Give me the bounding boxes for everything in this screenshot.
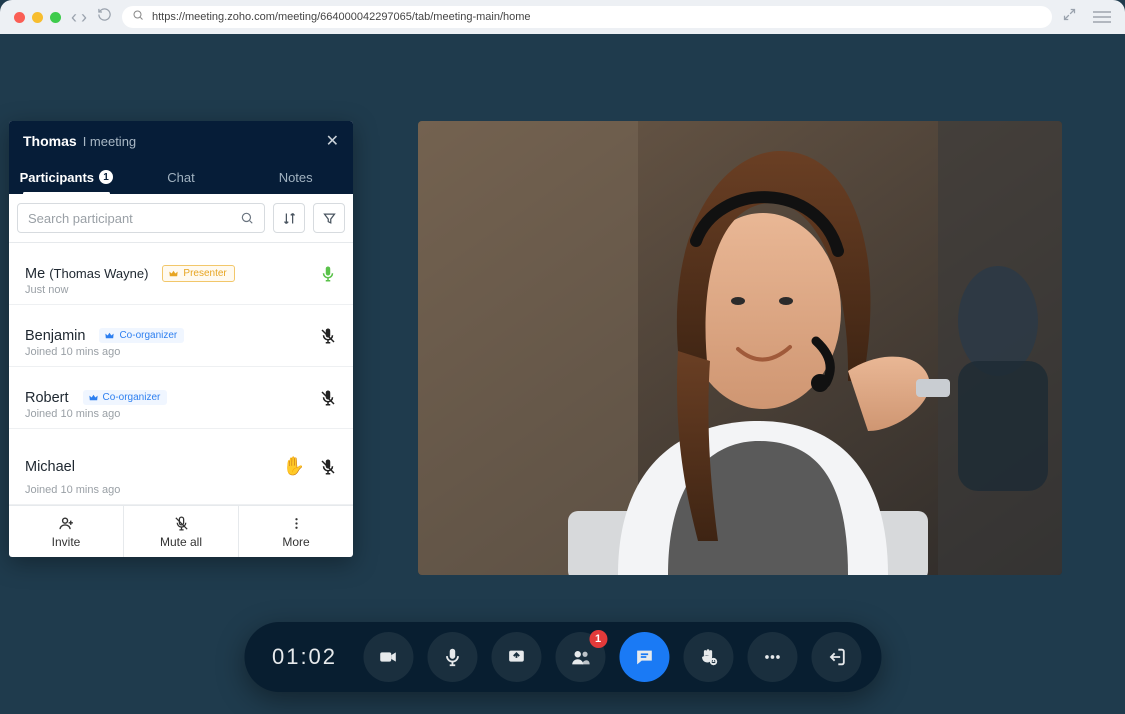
camera-icon xyxy=(377,646,399,668)
more-options-button[interactable] xyxy=(747,632,797,682)
participant-row[interactable]: Michael ✋ Joined 10 mins ago xyxy=(9,429,353,505)
meeting-owner: Thomas xyxy=(23,133,77,149)
meeting-toolbar: 01:02 1 xyxy=(244,622,881,692)
crown-icon xyxy=(104,330,115,341)
presenter-badge: Presenter xyxy=(162,265,234,282)
back-button[interactable]: ‹ xyxy=(71,7,77,28)
join-time: Joined 10 mins ago xyxy=(25,484,120,496)
search-icon xyxy=(132,8,144,26)
close-window-icon[interactable] xyxy=(14,12,25,23)
leave-meeting-button[interactable] xyxy=(811,632,861,682)
minimize-window-icon[interactable] xyxy=(32,12,43,23)
join-time: Just now xyxy=(25,284,68,296)
mic-on-icon[interactable] xyxy=(319,263,337,285)
participants-button[interactable]: 1 xyxy=(555,632,605,682)
notification-badge: 1 xyxy=(589,630,607,648)
share-screen-icon xyxy=(505,646,527,668)
crown-icon xyxy=(168,268,179,279)
more-icon xyxy=(288,515,305,532)
close-panel-button[interactable]: ✕ xyxy=(326,131,339,151)
join-time: Joined 10 mins ago xyxy=(25,408,120,420)
mute-all-icon xyxy=(173,515,190,532)
panel-header: Thomas I meeting ✕ xyxy=(9,121,353,160)
participants-icon xyxy=(569,646,591,668)
exit-icon xyxy=(825,646,847,668)
raised-hand-icon: ✋ xyxy=(283,456,305,477)
tab-chat[interactable]: Chat xyxy=(124,160,239,194)
participants-count-badge: 1 xyxy=(99,170,113,184)
mic-muted-icon[interactable] xyxy=(319,456,337,478)
microphone-icon xyxy=(441,646,463,668)
invite-icon xyxy=(58,515,75,532)
participant-list: Me (Thomas Wayne) Presenter Just now Ben… xyxy=(9,242,353,505)
wave-emoji-icon xyxy=(697,646,719,668)
nav-arrows: ‹ › xyxy=(71,7,87,28)
mute-all-button[interactable]: Mute all xyxy=(124,506,239,557)
share-screen-button[interactable] xyxy=(491,632,541,682)
forward-button[interactable]: › xyxy=(81,7,87,28)
ellipsis-icon xyxy=(761,646,783,668)
menu-icon[interactable] xyxy=(1093,11,1111,23)
coorganizer-badge: Co-organizer xyxy=(99,328,184,343)
participant-row[interactable]: Me (Thomas Wayne) Presenter Just now xyxy=(9,243,353,305)
participant-row[interactable]: Robert Co-organizer Joined 10 mins ago xyxy=(9,367,353,429)
participant-name: Me (Thomas Wayne) xyxy=(25,266,148,282)
camera-button[interactable] xyxy=(363,632,413,682)
participants-panel: Thomas I meeting ✕ Participants 1 Chat N… xyxy=(9,121,353,557)
search-participant-box[interactable] xyxy=(17,203,265,233)
coorganizer-badge: Co-organizer xyxy=(83,390,168,405)
chat-button[interactable] xyxy=(619,632,669,682)
meeting-timer: 01:02 xyxy=(272,644,337,670)
participant-row[interactable]: Benjamin Co-organizer Joined 10 mins ago xyxy=(9,305,353,367)
mic-muted-icon[interactable] xyxy=(319,387,337,409)
presenter-video[interactable] xyxy=(418,121,1062,575)
crown-icon xyxy=(88,392,99,403)
refresh-button[interactable] xyxy=(97,7,112,27)
mic-muted-icon[interactable] xyxy=(319,325,337,347)
participant-name: Robert xyxy=(25,390,69,406)
tab-participants[interactable]: Participants 1 xyxy=(9,160,124,194)
participant-name: Benjamin xyxy=(25,328,85,344)
reactions-button[interactable] xyxy=(683,632,733,682)
tab-label: Participants xyxy=(20,170,94,185)
microphone-button[interactable] xyxy=(427,632,477,682)
expand-icon[interactable] xyxy=(1062,7,1077,27)
url-bar[interactable]: https://meeting.zoho.com/meeting/6640000… xyxy=(122,6,1052,28)
browser-chrome: ‹ › https://meeting.zoho.com/meeting/664… xyxy=(0,0,1125,34)
sort-button[interactable] xyxy=(273,203,305,233)
window-controls xyxy=(14,12,61,23)
filter-button[interactable] xyxy=(313,203,345,233)
join-time: Joined 10 mins ago xyxy=(25,346,120,358)
chat-icon xyxy=(633,646,655,668)
search-input[interactable] xyxy=(28,211,240,226)
panel-tabs: Participants 1 Chat Notes xyxy=(9,160,353,194)
url-text: https://meeting.zoho.com/meeting/6640000… xyxy=(152,11,531,23)
tab-notes[interactable]: Notes xyxy=(238,160,353,194)
meeting-title: I meeting xyxy=(83,134,136,149)
more-button[interactable]: More xyxy=(239,506,353,557)
maximize-window-icon[interactable] xyxy=(50,12,61,23)
search-icon xyxy=(240,211,254,225)
participant-name: Michael xyxy=(25,459,75,475)
invite-button[interactable]: Invite xyxy=(9,506,124,557)
